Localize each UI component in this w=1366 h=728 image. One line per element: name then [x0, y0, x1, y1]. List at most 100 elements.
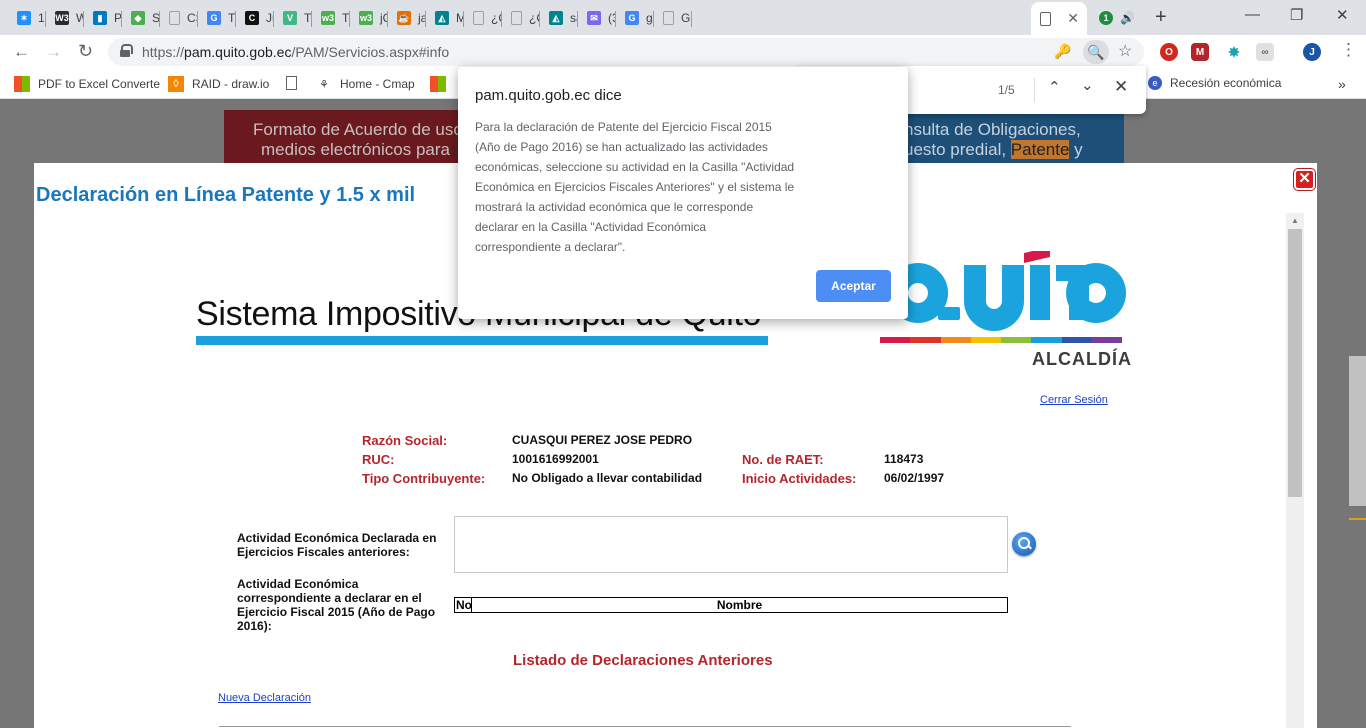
tab[interactable]: w3jQu	[350, 4, 388, 32]
opera-extension-icon[interactable]: O	[1160, 43, 1178, 61]
tab[interactable]: ◭sail	[540, 4, 578, 32]
page-icon	[286, 76, 297, 90]
address-bar[interactable]: https://pam.quito.gob.ec/PAM/Servicios.a…	[108, 38, 1144, 66]
trello-icon: ▮	[93, 11, 107, 25]
diamond-icon: ◆	[131, 11, 145, 25]
logo-color-stripes	[880, 337, 1122, 343]
profile-avatar[interactable]: J	[1303, 43, 1321, 61]
key-icon[interactable]: 🔑	[1054, 43, 1071, 60]
close-icon[interactable]: ✕	[1294, 169, 1315, 190]
logo-stripe	[1061, 337, 1092, 343]
close-window-icon[interactable]: ✕	[1336, 6, 1349, 24]
tab[interactable]: ◆Ses	[122, 4, 160, 32]
tab[interactable]: ¿Co	[502, 4, 540, 32]
tab[interactable]: GU	[654, 4, 692, 32]
banner-line-2: medios electrónicos para	[261, 140, 450, 159]
tab-audio[interactable]: 1 🔊	[1090, 4, 1146, 32]
tab[interactable]: VThe	[274, 4, 312, 32]
aceptar-button[interactable]: Aceptar	[816, 270, 891, 302]
tab[interactable]: ✶10	[8, 4, 46, 32]
mega-extension-icon[interactable]: M	[1191, 43, 1209, 61]
google-icon: G	[625, 11, 639, 25]
table-top-border	[219, 726, 1071, 727]
react-extension-icon[interactable]: ✸	[1225, 43, 1243, 61]
page-icon	[473, 11, 484, 25]
page-scrollbar-thumb[interactable]	[1349, 356, 1366, 506]
logo-stripe	[940, 337, 971, 343]
logo-stripe	[910, 337, 941, 343]
find-separator	[1034, 78, 1035, 102]
find-close-icon[interactable]: ✕	[1114, 77, 1128, 97]
forward-icon[interactable]: →	[45, 42, 62, 62]
bookmark-pdf-excel[interactable]: PDF to Excel Converte	[14, 76, 160, 92]
scroll-up-icon[interactable]: ▲	[1291, 216, 1299, 225]
actividad-declarada-field[interactable]	[454, 516, 1008, 573]
ruc-label: RUC:	[362, 452, 395, 467]
tab[interactable]: CSS	[160, 4, 198, 32]
alert-title: pam.quito.gob.ec dice	[475, 87, 622, 104]
toolbar: ← → ↻ https://pam.quito.gob.ec/PAM/Servi…	[0, 35, 1366, 69]
actividad-correspondiente-label: Actividad Económica correspondiente a de…	[237, 577, 436, 633]
inicio-actividades-label: Inicio Actividades:	[742, 471, 857, 486]
alert-message: Para la declaración de Patente del Ejerc…	[475, 120, 795, 254]
tab[interactable]: ¿Co	[464, 4, 502, 32]
scrollbar-thumb[interactable]	[1288, 229, 1302, 497]
search-icon[interactable]	[1012, 532, 1036, 556]
perplexity-icon: ✶	[17, 11, 31, 25]
find-in-page-icon[interactable]: 🔍	[1083, 40, 1109, 64]
js-alert-dialog: pam.quito.gob.ec dice Para la declaració…	[458, 67, 908, 319]
tab-active[interactable]: ✕	[1031, 2, 1087, 35]
reload-icon[interactable]: ↻	[78, 41, 93, 62]
bookmark-cmap[interactable]: ⚘ Home - Cmap	[316, 76, 415, 92]
page-icon	[169, 11, 180, 25]
logout-link[interactable]: Cerrar Sesión	[1040, 394, 1108, 406]
tab[interactable]: W3We	[46, 4, 84, 32]
mail-icon: ✉	[587, 11, 601, 25]
tab[interactable]: w3Tut	[312, 4, 350, 32]
w3-icon: w3	[359, 11, 373, 25]
restore-icon[interactable]: ❐	[1290, 6, 1303, 24]
more-bookmarks-icon[interactable]: »	[1338, 76, 1346, 92]
bookmark-drawio[interactable]: ◊ RAID - draw.io	[168, 76, 269, 92]
minimize-icon[interactable]: —	[1245, 6, 1260, 23]
listado-title: Listado de Declaraciones Anteriores	[513, 652, 773, 669]
quito-logo	[888, 251, 1126, 331]
logo-stripe	[1001, 337, 1032, 343]
bookmark-recesion[interactable]: e Recesión económica	[1148, 76, 1281, 90]
url-text[interactable]: https://pam.quito.gob.ec/PAM/Servicios.a…	[142, 44, 449, 60]
tab[interactable]: ◭Mo	[426, 4, 464, 32]
back-icon[interactable]: ←	[13, 42, 30, 62]
tab[interactable]: GTra	[198, 4, 236, 32]
sail-icon: ◭	[549, 11, 563, 25]
menu-dots-icon[interactable]: ⋮	[1340, 40, 1357, 60]
find-previous-icon[interactable]: ⌃	[1048, 78, 1061, 96]
lock-icon[interactable]	[120, 44, 133, 57]
scrollbar[interactable]: ▲	[1286, 213, 1304, 728]
tab[interactable]: ✉(3 r	[578, 4, 616, 32]
nueva-declaracion-link[interactable]: Nueva Declaración	[218, 692, 311, 704]
tab-strip: ✶10W3We▮Pro◆SesCSSGTraCJueVThew3Tutw3jQu…	[0, 0, 1366, 35]
extension-icon[interactable]: ∞	[1256, 43, 1274, 61]
tab[interactable]: CJue	[236, 4, 274, 32]
tab[interactable]: ☕java	[388, 4, 426, 32]
actividad-declarada-label: Actividad Económica Declarada en Ejercic…	[237, 531, 437, 559]
drawio-icon: ◊	[168, 76, 184, 92]
find-next-icon[interactable]: ⌄	[1081, 76, 1094, 94]
c-icon: C	[245, 11, 259, 25]
inicio-actividades-value: 06/02/1997	[884, 471, 945, 485]
new-tab-icon[interactable]: +	[1155, 6, 1167, 29]
find-highlight: Patente	[1010, 140, 1070, 159]
bookmark-page[interactable]	[286, 76, 305, 90]
bookmark-star-icon[interactable]: ☆	[1118, 41, 1132, 61]
banner-right: nsulta de Obligaciones, uesto predial, P…	[904, 110, 1124, 170]
tipo-contribuyente-value: No Obligado a llevar contabilidad	[512, 471, 703, 485]
tab[interactable]: ▮Pro	[84, 4, 122, 32]
actividad-table: No Nombre	[454, 597, 1008, 613]
bookmark-c[interactable]	[430, 76, 454, 92]
vue-icon: V	[283, 11, 297, 25]
tab[interactable]: Ggui	[616, 4, 654, 32]
find-count: 1/5	[998, 83, 1015, 97]
page-icon	[511, 11, 522, 25]
raet-label: No. de RAET:	[742, 452, 824, 467]
close-tab-icon[interactable]: ✕	[1067, 10, 1079, 27]
